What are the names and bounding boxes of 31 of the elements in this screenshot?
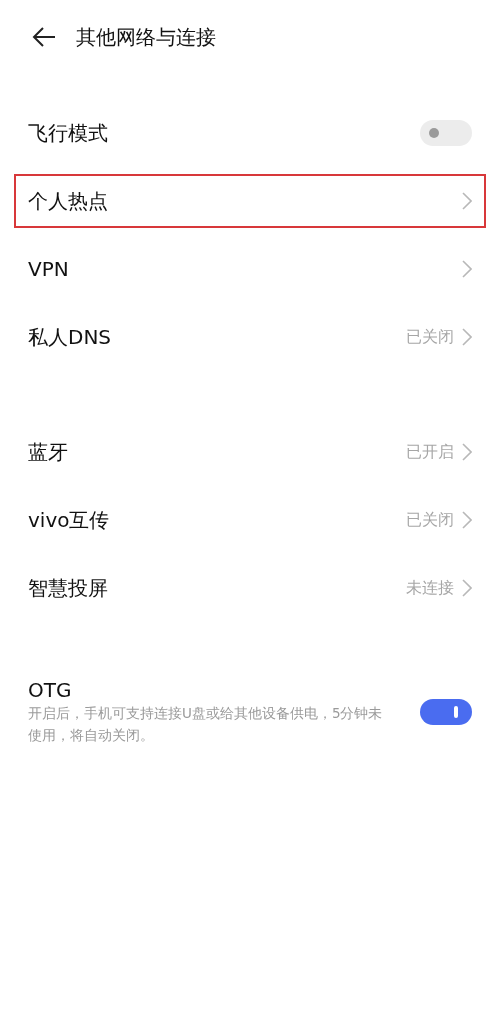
chevron-right-icon	[462, 192, 472, 210]
setting-value: 已开启	[406, 441, 454, 463]
toggle-switch[interactable]	[420, 699, 472, 725]
setting-label: VPN	[28, 257, 70, 281]
back-arrow-icon[interactable]	[32, 27, 56, 47]
page-title: 其他网络与连接	[76, 23, 216, 51]
chevron-right-icon	[462, 579, 472, 597]
setting-label: 飞行模式	[28, 119, 109, 147]
list-row[interactable]: 私人DNS 已关闭	[14, 310, 486, 364]
chevron-right-icon	[462, 328, 472, 346]
toggle-switch[interactable]	[420, 120, 472, 146]
setting-label: 智慧投屏	[28, 574, 109, 602]
setting-value: 已关闭	[406, 509, 454, 531]
list-row[interactable]: 飞行模式	[14, 106, 486, 160]
setting-value: 未连接	[406, 577, 454, 599]
list-row[interactable]: vivo互传 已关闭	[14, 493, 486, 547]
setting-label: 个人热点	[28, 187, 109, 215]
list-row[interactable]: VPN	[14, 242, 486, 296]
list-row[interactable]: 个人热点	[14, 174, 486, 228]
list-row[interactable]: 智慧投屏 未连接	[14, 561, 486, 615]
setting-label: 蓝牙	[28, 438, 69, 466]
list-row[interactable]: OTG 开启后，手机可支持连接U盘或给其他设备供电，5分钟未使用，将自动关闭。	[14, 676, 486, 748]
setting-label: 私人DNS	[28, 323, 113, 351]
setting-label: OTG	[28, 678, 73, 702]
setting-description: 开启后，手机可支持连接U盘或给其他设备供电，5分钟未使用，将自动关闭。	[28, 704, 384, 745]
setting-label: vivo互传	[28, 506, 111, 534]
chevron-right-icon	[462, 443, 472, 461]
list-row[interactable]: 蓝牙 已开启	[14, 425, 486, 479]
setting-value: 已关闭	[406, 326, 454, 348]
chevron-right-icon	[462, 511, 472, 529]
chevron-right-icon	[462, 260, 472, 278]
